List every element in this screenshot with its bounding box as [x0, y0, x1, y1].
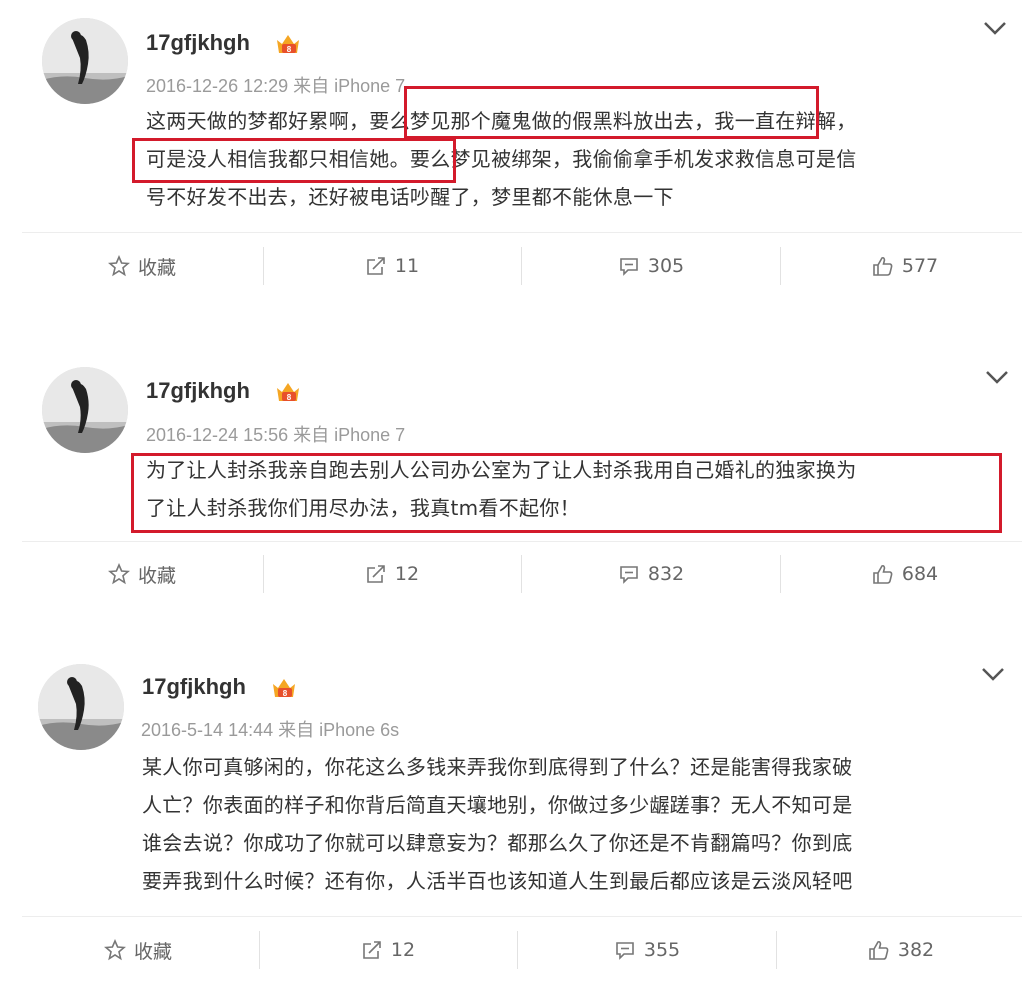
favorite-button[interactable]: 收藏	[22, 246, 262, 286]
repost-button[interactable]: 11	[264, 246, 520, 286]
like-button[interactable]: 577	[781, 246, 1029, 286]
like-icon	[873, 564, 893, 584]
vip-crown-icon: 8	[277, 383, 299, 402]
post-text: 这两天做的梦都好累啊，要么梦见那个魔鬼做的假黑料放出去，我一直在辩解， 可是没人…	[146, 102, 857, 216]
like-icon	[873, 256, 893, 276]
post-text: 某人你可真够闲的，你花这么多钱来弄我你到底得到了什么？还是能害得我家破 人亡？你…	[142, 748, 853, 900]
vip-crown-icon: 8	[277, 35, 299, 54]
comment-icon	[616, 942, 634, 960]
avatar-photo	[42, 367, 128, 453]
action-bar-divider	[22, 541, 1022, 542]
chevron-down-icon[interactable]	[981, 666, 1005, 682]
repost-icon	[363, 941, 381, 959]
comment-count: 305	[647, 255, 685, 277]
comment-button[interactable]: 832	[522, 554, 780, 594]
post-text-line: 为了让人封杀我亲自跑去别人公司办公室为了让人封杀我用自己婚礼的独家换为	[146, 458, 857, 482]
vip-crown-icon: 8	[273, 679, 295, 698]
comment-icon	[620, 258, 638, 276]
post-text: 为了让人封杀我亲自跑去别人公司办公室为了让人封杀我用自己婚礼的独家换为 了让人封…	[146, 451, 857, 527]
comment-button[interactable]: 305	[522, 246, 780, 286]
svg-text:8: 8	[287, 393, 292, 402]
favorite-button[interactable]: 收藏	[22, 554, 262, 594]
post-meta: 2016-12-24 15:56 来自 iPhone 7	[146, 425, 406, 445]
weibo-post-1: 17gfjkhgh 8 2016-12-26 12:29 来自 iPhone 7…	[0, 0, 1030, 300]
post-text-line: 谁会去说？你成功了你就可以肆意妄为？都那么久了你还是不肯翻篇吗？你到底	[142, 831, 853, 855]
post-meta: 2016-5-14 14:44 来自 iPhone 6s	[141, 720, 400, 740]
star-icon	[104, 939, 126, 961]
avatar[interactable]	[38, 664, 124, 750]
like-count: 382	[897, 939, 935, 961]
repost-icon	[367, 257, 385, 275]
chevron-down-icon[interactable]	[983, 20, 1007, 36]
comment-button[interactable]: 355	[518, 930, 776, 970]
svg-text:8: 8	[287, 45, 292, 54]
avatar-photo	[38, 664, 124, 750]
action-bar-divider	[22, 916, 1022, 917]
post-text-line: 某人你可真够闲的，你花这么多钱来弄我你到底得到了什么？还是能害得我家破	[142, 755, 853, 779]
star-icon	[108, 563, 130, 585]
username[interactable]: 17gfjkhgh	[142, 674, 246, 700]
avatar[interactable]	[42, 18, 128, 104]
repost-count: 12	[390, 939, 416, 961]
weibo-post-2: 17gfjkhgh 8 2016-12-24 15:56 来自 iPhone 7…	[0, 345, 1030, 605]
username[interactable]: 17gfjkhgh	[146, 30, 250, 56]
repost-button[interactable]: 12	[264, 554, 520, 594]
post-text-line: 人亡？你表面的样子和你背后简直天壤地别，你做过多少龌蹉事？无人不知可是	[142, 793, 853, 817]
like-count: 577	[901, 255, 939, 277]
repost-icon	[367, 565, 385, 583]
repost-count: 12	[394, 563, 420, 585]
repost-button[interactable]: 12	[260, 930, 516, 970]
post-text-line: 要弄我到什么时候？还有你，人活半百也该知道人生到最后都应该是云淡风轻吧	[142, 869, 853, 893]
post-meta: 2016-12-26 12:29 来自 iPhone 7	[146, 76, 406, 96]
avatar-photo	[42, 18, 128, 104]
favorite-label: 收藏	[137, 564, 176, 587]
action-bar-divider	[22, 232, 1022, 233]
like-icon	[869, 940, 889, 960]
post-text-line: 了让人封杀我你们用尽办法，我真tm看不起你！	[146, 496, 580, 520]
star-icon	[108, 255, 130, 277]
comment-icon	[620, 566, 638, 584]
favorite-label: 收藏	[137, 256, 176, 279]
favorite-button[interactable]: 收藏	[18, 930, 258, 970]
username[interactable]: 17gfjkhgh	[146, 378, 250, 404]
chevron-down-icon[interactable]	[985, 369, 1009, 385]
repost-count: 11	[394, 255, 420, 277]
like-button[interactable]: 684	[781, 554, 1029, 594]
post-text-line: 这两天做的梦都好累啊，要么梦见那个魔鬼做的假黑料放出去，我一直在辩解，	[146, 109, 857, 133]
like-count: 684	[901, 563, 939, 585]
post-text-line: 可是没人相信我都只相信她。要么梦见被绑架，我偷偷拿手机发求救信息可是信	[146, 147, 857, 171]
like-button[interactable]: 382	[777, 930, 1025, 970]
comment-count: 355	[643, 939, 681, 961]
comment-count: 832	[647, 563, 685, 585]
avatar[interactable]	[42, 367, 128, 453]
svg-text:8: 8	[283, 689, 288, 698]
post-text-line: 号不好发不出去，还好被电话吵醒了，梦里都不能休息一下	[146, 185, 674, 209]
weibo-post-3: 17gfjkhgh 8 2016-5-14 14:44 来自 iPhone 6s…	[0, 640, 1030, 986]
favorite-label: 收藏	[133, 940, 172, 963]
